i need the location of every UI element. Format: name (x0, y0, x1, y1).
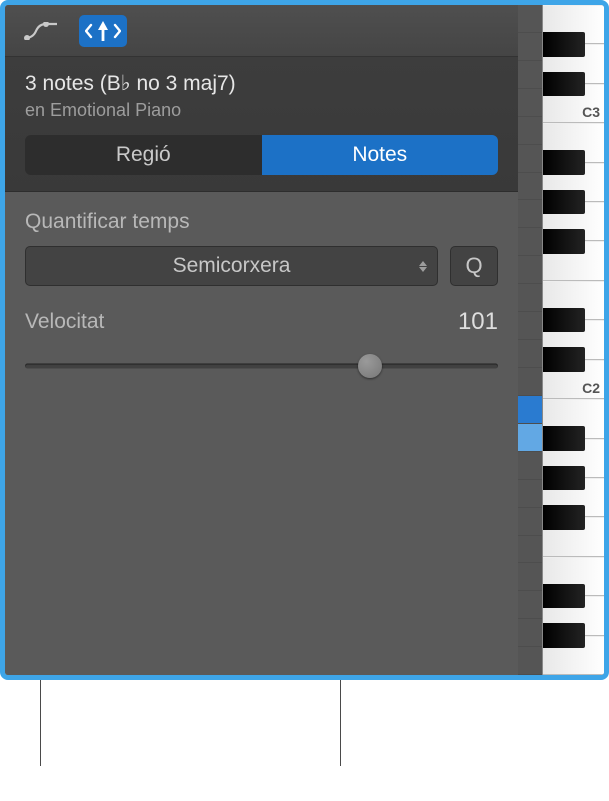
velocity-value: 101 (458, 308, 498, 336)
inspector-tabs: Regió Notes (25, 135, 498, 175)
black-key[interactable] (543, 623, 585, 647)
note-row-strip (518, 5, 542, 675)
velocity-label: Velocitat (25, 310, 104, 334)
selected-note-row (518, 424, 542, 452)
notes-controls: Quantificar temps Semicorxera Q Veloci (5, 192, 518, 675)
piano-keyboard[interactable]: C3 C2 (542, 5, 604, 675)
key-label: C2 (582, 380, 600, 396)
piano-roll-strip: C3 C2 (518, 5, 604, 675)
selected-note-row (518, 396, 542, 424)
quantize-button[interactable]: Q (450, 246, 498, 286)
tab-notes[interactable]: Notes (262, 135, 499, 175)
black-key[interactable] (543, 347, 585, 371)
toolbar (5, 5, 518, 57)
time-quantize-value: Semicorxera (173, 254, 291, 278)
black-key[interactable] (543, 308, 585, 332)
slider-track (25, 364, 498, 369)
chevron-up-down-icon (419, 261, 427, 272)
slider-thumb[interactable] (358, 354, 382, 378)
automation-curve-button[interactable] (17, 15, 65, 47)
selection-subtitle: en Emotional Piano (25, 100, 498, 121)
catch-button[interactable] (79, 15, 127, 47)
velocity-slider[interactable] (25, 354, 498, 378)
callout-line (40, 680, 41, 766)
selection-title: 3 notes (B♭ no 3 maj7) (25, 71, 498, 96)
callout-line (340, 680, 341, 766)
inspector-header: 3 notes (B♭ no 3 maj7) en Emotional Pian… (5, 57, 518, 192)
tab-region[interactable]: Regió (25, 135, 262, 175)
time-quantize-label: Quantificar temps (25, 210, 498, 234)
black-key[interactable] (543, 584, 585, 608)
black-key[interactable] (543, 466, 585, 490)
black-key[interactable] (543, 72, 585, 96)
time-quantize-dropdown[interactable]: Semicorxera (25, 246, 438, 286)
black-key[interactable] (543, 505, 585, 529)
black-key[interactable] (543, 426, 585, 450)
catch-playhead-icon (85, 19, 121, 43)
black-key[interactable] (543, 229, 585, 253)
black-key[interactable] (543, 150, 585, 174)
key-label: C3 (582, 104, 600, 120)
inspector-left-pane: 3 notes (B♭ no 3 maj7) en Emotional Pian… (5, 5, 518, 675)
black-key[interactable] (543, 32, 585, 56)
automation-curve-icon (24, 22, 58, 40)
black-key[interactable] (543, 190, 585, 214)
